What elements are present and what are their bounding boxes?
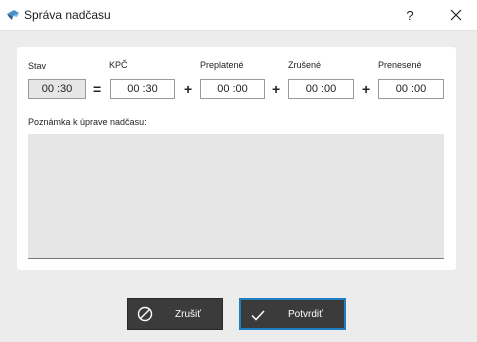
zrusene-time-input[interactable]: 00 :00 [288, 79, 354, 99]
close-icon [450, 9, 462, 21]
prenesene-time-input[interactable]: 00 :00 [378, 79, 444, 99]
check-icon [250, 307, 266, 323]
plus-sign: + [362, 81, 371, 97]
confirm-button[interactable]: Potvrdiť [239, 298, 346, 330]
equals-sign: = [93, 81, 102, 97]
app-logo-icon [6, 8, 20, 22]
prenesene-label: Prenesené [378, 60, 422, 70]
cancel-button-label: Zrušiť [175, 309, 201, 320]
help-button[interactable]: ? [398, 0, 422, 31]
close-button[interactable] [443, 0, 469, 31]
plus-sign: + [184, 81, 193, 97]
title-bar: Správa nadčasu ? [0, 0, 477, 31]
note-textarea[interactable] [28, 134, 444, 259]
kpc-label: KPČ [109, 60, 128, 70]
preplatene-label: Preplatené [200, 60, 244, 70]
cancel-button[interactable]: Zrušiť [127, 298, 223, 330]
kpc-time-input[interactable]: 00 :30 [110, 79, 175, 99]
zrusene-label: Zrušené [288, 60, 322, 70]
stav-label: Stav [28, 61, 47, 71]
stav-field: 00 :30 [28, 79, 86, 99]
note-label: Poznámka k úprave nadčasu: [28, 117, 147, 127]
window-title: Správa nadčasu [24, 8, 111, 22]
plus-sign: + [272, 81, 281, 97]
preplatene-time-input[interactable]: 00 :00 [200, 79, 265, 99]
cancel-circle-icon [137, 306, 153, 322]
confirm-button-label: Potvrdiť [288, 309, 323, 320]
overtime-panel: Stav KPČ Preplatené Zrušené Prenesené 00… [17, 47, 456, 270]
